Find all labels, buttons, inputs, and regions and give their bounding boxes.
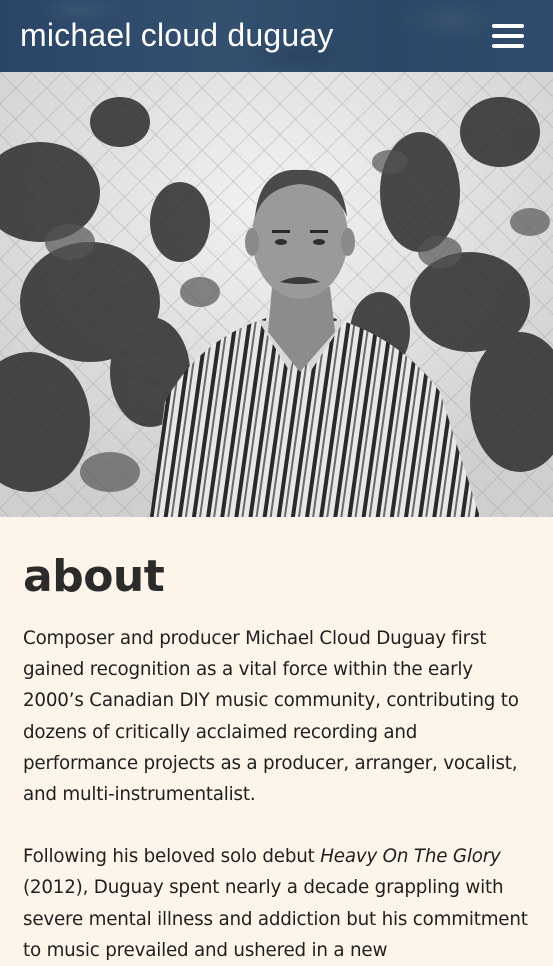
p2-text-after: (2012), Duguay spent nearly a decade gra… [23, 877, 528, 961]
album-title: Heavy On The Glory [320, 846, 501, 868]
p2-text-before: Following his beloved solo debut [23, 846, 321, 868]
menu-bar [492, 44, 524, 48]
menu-bar [492, 34, 524, 38]
site-header: michael cloud duguay [0, 0, 553, 72]
about-section: about Composer and producer Michael Clou… [23, 517, 533, 966]
menu-bar [492, 24, 524, 28]
about-heading: about [23, 551, 165, 602]
hero-portrait-photo [0, 72, 553, 517]
about-paragraph-1: Composer and producer Michael Cloud Dugu… [23, 628, 519, 806]
about-paragraph-2: Following his beloved solo debut Heavy O… [23, 841, 533, 966]
hamburger-menu-icon[interactable] [489, 22, 527, 50]
site-title[interactable]: michael cloud duguay [20, 14, 334, 56]
